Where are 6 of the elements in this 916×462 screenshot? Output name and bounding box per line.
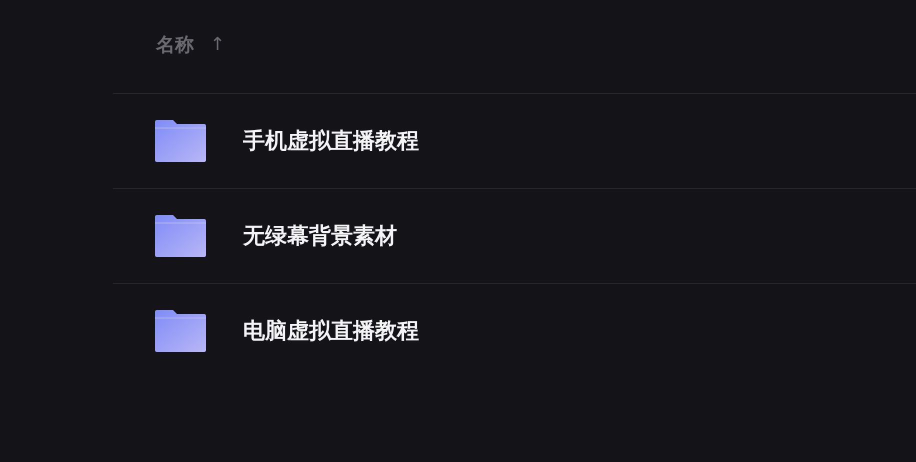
folder-icon [155,310,206,352]
folder-name[interactable]: 无绿幕背景素材 [243,221,397,251]
folder-icon [155,120,206,162]
folder-icon [155,215,206,257]
folder-name[interactable]: 电脑虚拟直播教程 [243,316,419,346]
folder-name[interactable]: 手机虚拟直播教程 [243,126,419,156]
